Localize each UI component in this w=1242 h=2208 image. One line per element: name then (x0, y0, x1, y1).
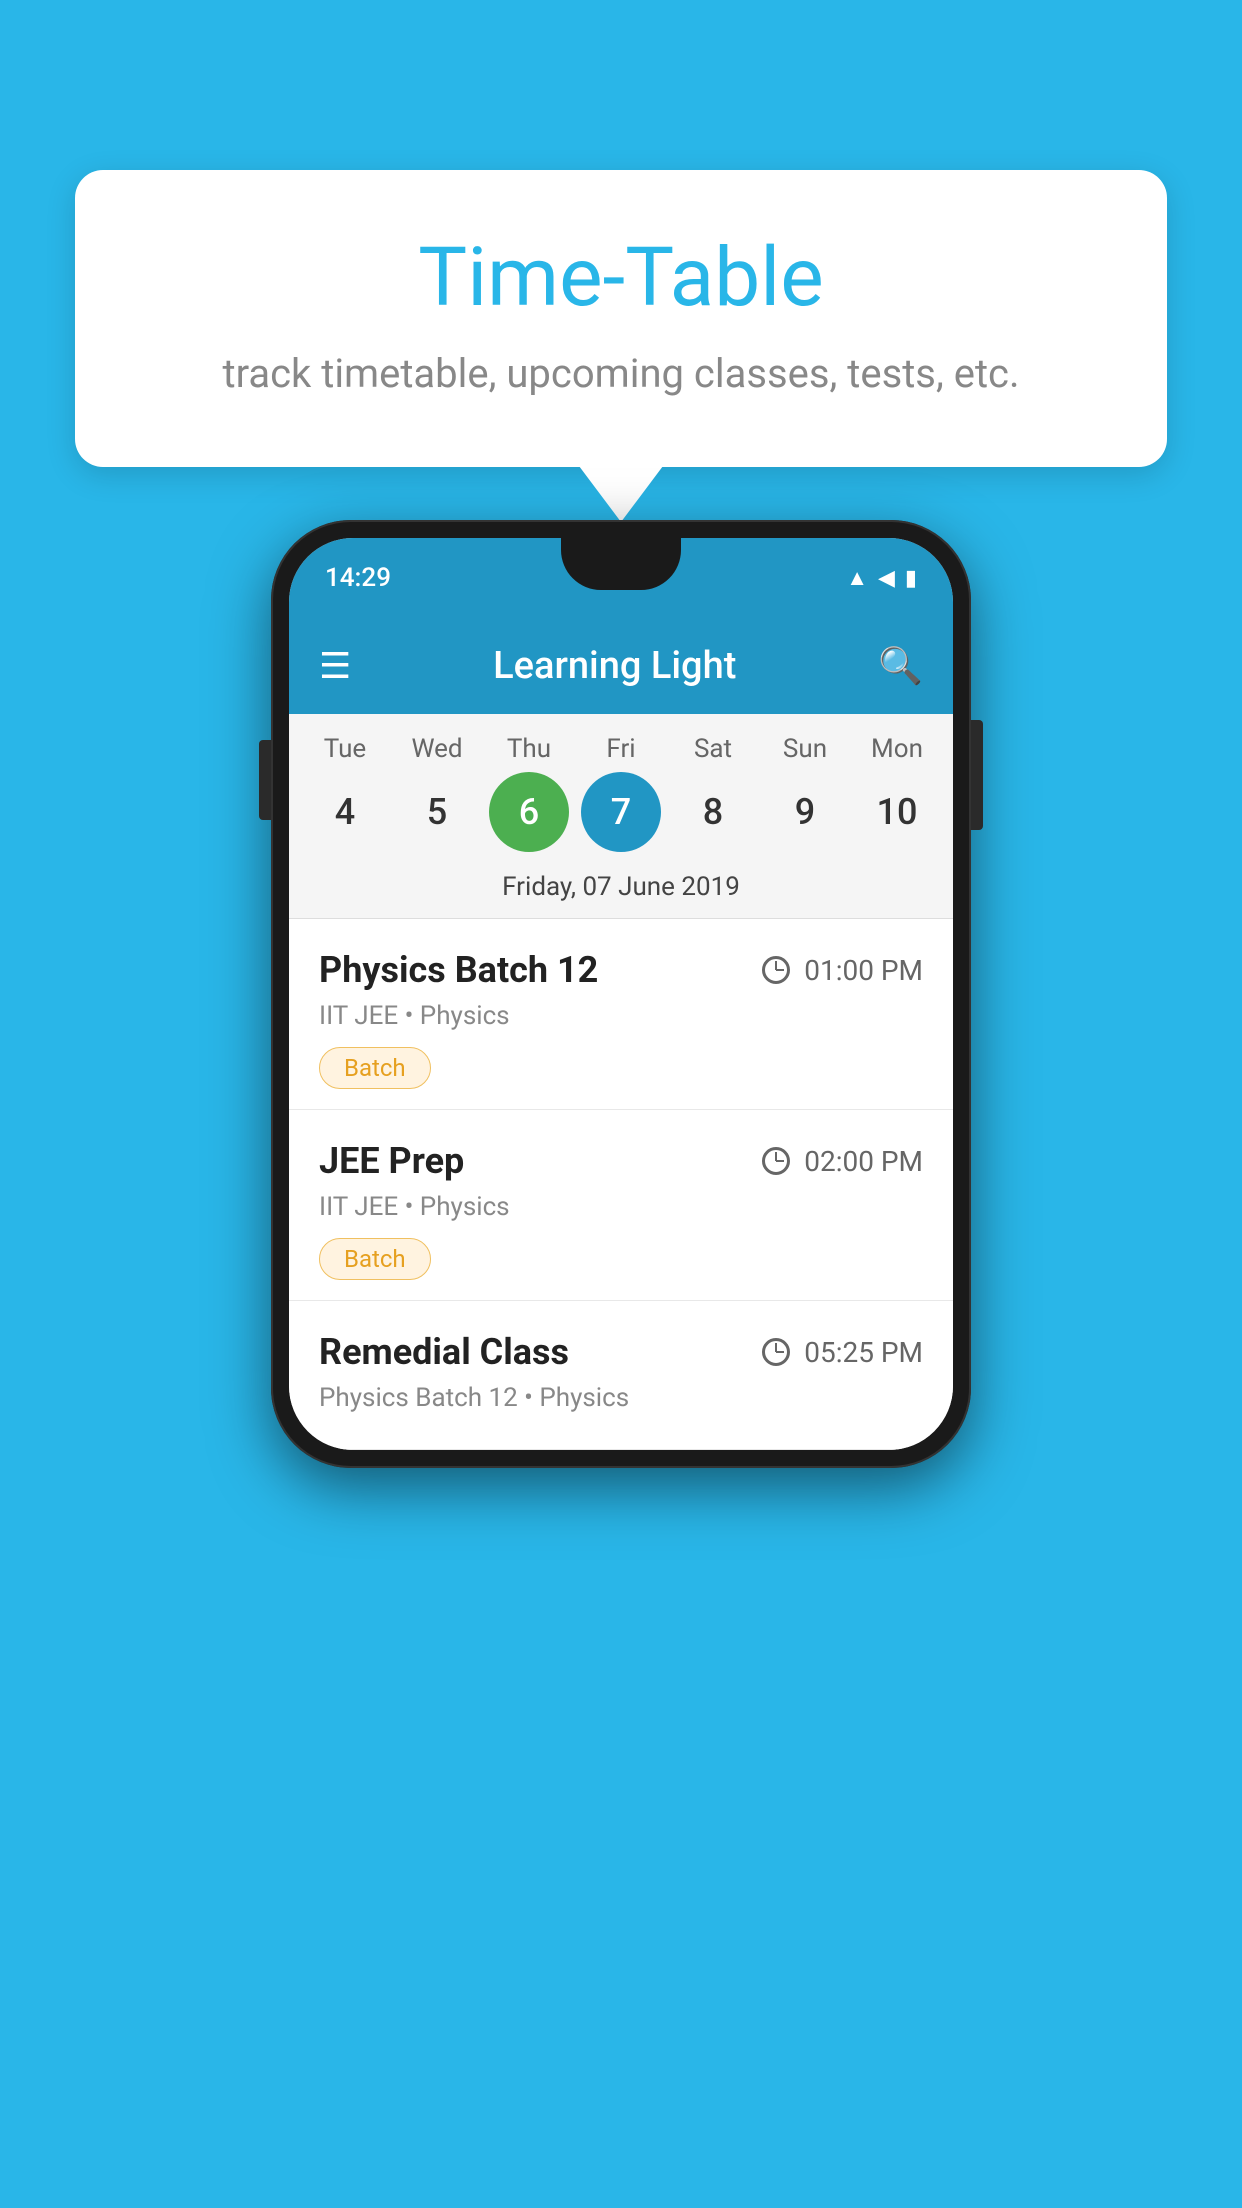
day-mon: Mon (857, 734, 937, 764)
tooltip-subtitle: track timetable, upcoming classes, tests… (145, 350, 1097, 397)
calendar-strip: Tue Wed Thu Fri Sat Sun Mon 4 5 6 7 8 9 … (289, 714, 953, 919)
phone-mockup: 14:29 ▲ ◀ ▮ ☰ Learning Light 🔍 Tue Wed T… (271, 520, 971, 1468)
date-9[interactable]: 9 (765, 772, 845, 852)
schedule-item-3-name: Remedial Class (319, 1331, 569, 1373)
clock-icon-2 (762, 1147, 790, 1175)
schedule-item-1-time: 01:00 PM (762, 954, 923, 987)
selected-date-label: Friday, 07 June 2019 (289, 864, 953, 919)
dates-row: 4 5 6 7 8 9 10 (289, 772, 953, 852)
status-bar: 14:29 ▲ ◀ ▮ (289, 538, 953, 618)
schedule-item-2-name: JEE Prep (319, 1140, 464, 1182)
status-time: 14:29 (325, 563, 391, 593)
phone-outer: 14:29 ▲ ◀ ▮ ☰ Learning Light 🔍 Tue Wed T… (271, 520, 971, 1468)
date-7-selected[interactable]: 7 (581, 772, 661, 852)
search-icon[interactable]: 🔍 (878, 645, 923, 687)
phone-screen: 14:29 ▲ ◀ ▮ ☰ Learning Light 🔍 Tue Wed T… (289, 538, 953, 1450)
day-sun: Sun (765, 734, 845, 764)
schedule-item-2-sub: IIT JEE • Physics (319, 1192, 923, 1222)
day-fri: Fri (581, 734, 661, 764)
schedule-item-1-sub: IIT JEE • Physics (319, 1001, 923, 1031)
date-10[interactable]: 10 (857, 772, 937, 852)
battery-icon: ▮ (905, 566, 917, 591)
day-sat: Sat (673, 734, 753, 764)
batch-badge-2: Batch (319, 1238, 431, 1280)
days-row: Tue Wed Thu Fri Sat Sun Mon (289, 734, 953, 764)
hamburger-icon[interactable]: ☰ (319, 645, 351, 687)
schedule-item-2-time: 02:00 PM (762, 1145, 923, 1178)
schedule-item-1-header: Physics Batch 12 01:00 PM (319, 949, 923, 991)
schedule-item-3-sub: Physics Batch 12 • Physics (319, 1383, 923, 1413)
schedule-item-2-header: JEE Prep 02:00 PM (319, 1140, 923, 1182)
batch-badge-1: Batch (319, 1047, 431, 1089)
day-tue: Tue (305, 734, 385, 764)
date-6-today[interactable]: 6 (489, 772, 569, 852)
schedule-item-3-time: 05:25 PM (762, 1336, 923, 1369)
tooltip-title: Time-Table (145, 230, 1097, 326)
date-5[interactable]: 5 (397, 772, 477, 852)
schedule-item-3-header: Remedial Class 05:25 PM (319, 1331, 923, 1373)
schedule-item-1[interactable]: Physics Batch 12 01:00 PM IIT JEE • Phys… (289, 919, 953, 1110)
clock-icon-1 (762, 956, 790, 984)
tooltip-card: Time-Table track timetable, upcoming cla… (75, 170, 1167, 467)
date-4[interactable]: 4 (305, 772, 385, 852)
app-title: Learning Light (493, 644, 736, 688)
status-icons: ▲ ◀ ▮ (846, 565, 917, 591)
schedule-item-3[interactable]: Remedial Class 05:25 PM Physics Batch 12… (289, 1301, 953, 1450)
app-bar: ☰ Learning Light 🔍 (289, 618, 953, 714)
signal-icon: ◀ (878, 566, 895, 591)
clock-icon-3 (762, 1338, 790, 1366)
schedule-list: Physics Batch 12 01:00 PM IIT JEE • Phys… (289, 919, 953, 1450)
date-8[interactable]: 8 (673, 772, 753, 852)
day-wed: Wed (397, 734, 477, 764)
wifi-icon: ▲ (846, 565, 868, 591)
day-thu: Thu (489, 734, 569, 764)
schedule-item-2[interactable]: JEE Prep 02:00 PM IIT JEE • Physics Batc… (289, 1110, 953, 1301)
schedule-item-1-name: Physics Batch 12 (319, 949, 598, 991)
